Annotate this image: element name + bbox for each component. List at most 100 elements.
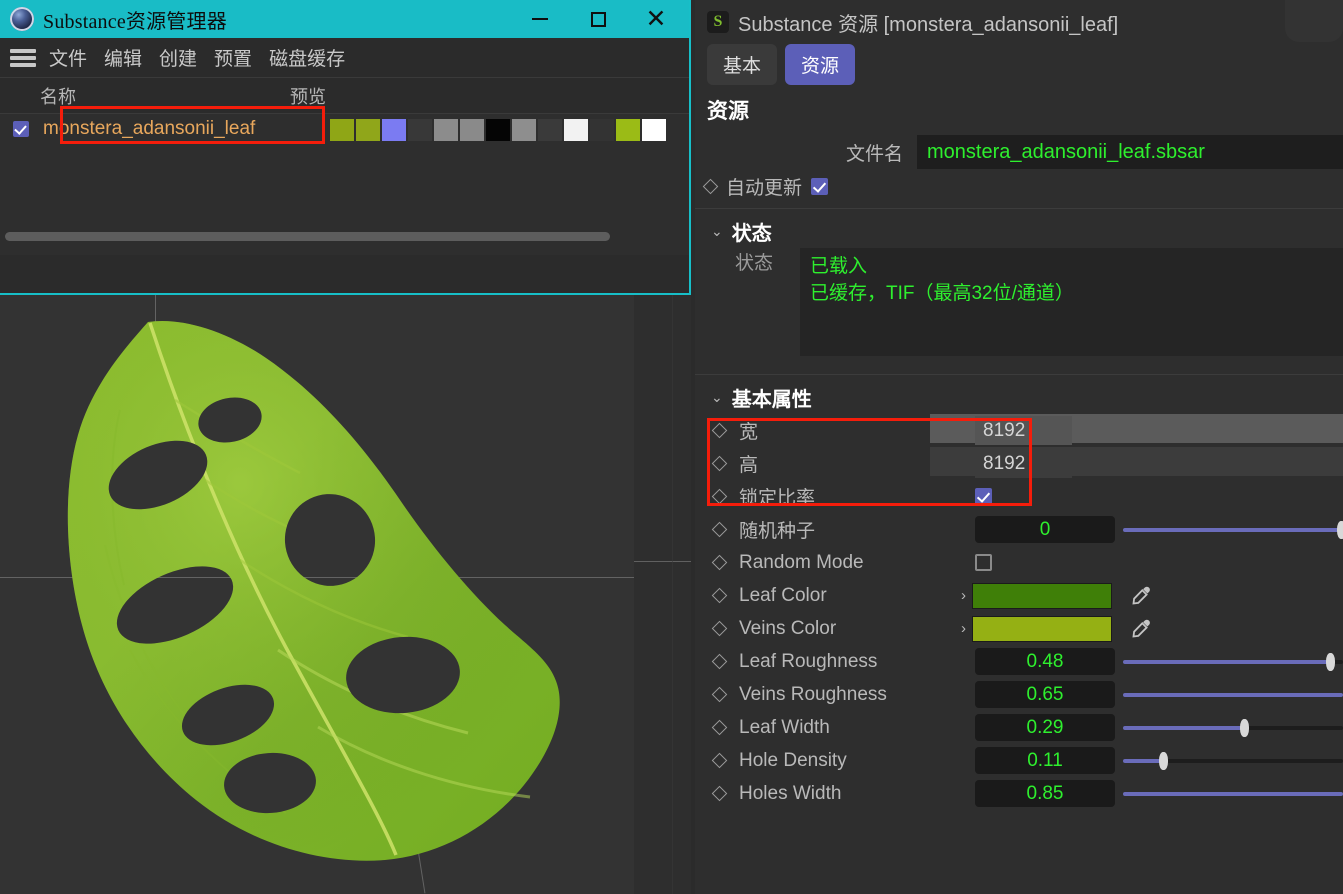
param-slider[interactable] xyxy=(1123,747,1343,774)
param-diamond-icon[interactable] xyxy=(711,488,728,505)
row-checkbox[interactable] xyxy=(13,121,29,137)
param-diamond-icon[interactable] xyxy=(711,686,728,703)
auto-update-label: 自动更新 xyxy=(726,177,803,199)
thumbnail-1[interactable] xyxy=(356,119,380,141)
color-swatch[interactable] xyxy=(972,582,1112,609)
basic-group-header[interactable]: ⌄ 基本属性 xyxy=(695,380,1343,414)
divider xyxy=(695,208,1343,209)
thumbnail-5[interactable] xyxy=(460,119,484,141)
param-slider[interactable] xyxy=(1123,780,1343,807)
close-button[interactable]: ✕ xyxy=(631,0,681,38)
param-diamond-icon[interactable] xyxy=(711,620,728,637)
param-slider[interactable] xyxy=(1123,681,1343,708)
param-diamond-icon[interactable] xyxy=(711,752,728,769)
thumbnail-7[interactable] xyxy=(512,119,536,141)
column-header-name: 名称 xyxy=(40,86,76,107)
horizontal-scrollbar[interactable] xyxy=(5,232,675,241)
thumbnail-10[interactable] xyxy=(590,119,614,141)
panel-header: S Substance 资源 [monstera_adansonii_leaf] xyxy=(695,0,1343,36)
thumbnail-8[interactable] xyxy=(538,119,562,141)
menu-item-create[interactable]: 创建 xyxy=(159,44,197,71)
param-diamond-icon[interactable] xyxy=(711,587,728,604)
thumbnail-2[interactable] xyxy=(382,119,406,141)
row-name-label: monstera_adansonii_leaf xyxy=(43,118,256,139)
thumbnail-3[interactable] xyxy=(408,119,432,141)
param-value-field[interactable]: 8192 xyxy=(975,449,1072,478)
param-diamond-icon[interactable] xyxy=(711,653,728,670)
filename-value[interactable]: monstera_adansonii_leaf.sbsar xyxy=(917,135,1343,169)
param-value-field[interactable]: 8192 xyxy=(975,416,1072,445)
param-diamond-icon[interactable] xyxy=(711,554,728,571)
chevron-right-icon[interactable]: › xyxy=(961,620,966,637)
tab-bar: 基本 资源 xyxy=(695,36,1343,85)
param-label: Veins Color xyxy=(739,617,837,639)
thumbnail-6[interactable] xyxy=(486,119,510,141)
param-slider[interactable] xyxy=(1123,648,1343,675)
param-diamond-icon[interactable] xyxy=(702,178,719,194)
thumbnail-9[interactable] xyxy=(564,119,588,141)
param-value-field[interactable]: 0.29 xyxy=(975,714,1115,741)
param-diamond-icon[interactable] xyxy=(711,422,728,439)
param-row-leaf-width: Leaf Width 0.29 xyxy=(695,711,1343,744)
slider-handle[interactable] xyxy=(1325,653,1335,671)
maximize-button[interactable] xyxy=(573,0,623,38)
status-group-title: 状态 xyxy=(731,222,772,245)
param-diamond-icon[interactable] xyxy=(711,719,728,736)
status-field-label: 状态 xyxy=(735,253,774,274)
param-diamond-icon[interactable] xyxy=(711,785,728,802)
param-value-field[interactable]: 0 xyxy=(975,516,1115,543)
param-label: Random Mode xyxy=(739,551,864,573)
substance-s-icon: S xyxy=(707,11,729,33)
param-checkbox[interactable] xyxy=(975,488,992,505)
slider-fill xyxy=(1123,759,1163,763)
minimize-button[interactable] xyxy=(515,0,565,38)
slider-fill xyxy=(1123,660,1330,664)
3d-preview-viewport[interactable] xyxy=(0,295,691,894)
menu-item-edit[interactable]: 编辑 xyxy=(104,44,142,71)
divider-2 xyxy=(695,374,1343,375)
substance-resource-manager-window: Substance资源管理器 ✕ 文件 编辑 创建 预置 磁盘缓存 名称 预览 … xyxy=(0,0,691,295)
param-label: Holes Width xyxy=(739,782,842,804)
param-diamond-icon[interactable] xyxy=(711,521,728,538)
menu-item-disk-cache[interactable]: 磁盘缓存 xyxy=(269,44,345,71)
window-title: Substance资源管理器 xyxy=(43,10,227,33)
scrollbar-thumb[interactable] xyxy=(5,232,610,241)
param-value-field[interactable]: 0.85 xyxy=(975,780,1115,807)
chevron-right-icon[interactable]: › xyxy=(961,587,966,604)
eyedropper-icon[interactable] xyxy=(1130,583,1160,609)
param-label: 宽 xyxy=(739,422,759,443)
color-swatch[interactable] xyxy=(972,615,1112,642)
slider-handle[interactable] xyxy=(1240,719,1249,737)
tab-resource[interactable]: 资源 xyxy=(785,44,856,85)
param-slider[interactable] xyxy=(1123,714,1343,741)
tab-basic[interactable]: 基本 xyxy=(707,44,778,85)
hamburger-icon[interactable] xyxy=(10,48,36,67)
param-label: 随机种子 xyxy=(739,521,816,542)
window-titlebar[interactable]: Substance资源管理器 ✕ xyxy=(0,0,689,38)
status-group-header[interactable]: ⌄ 状态 xyxy=(695,214,1343,248)
param-value-field[interactable]: 0.11 xyxy=(975,747,1115,774)
thumbnail-11[interactable] xyxy=(616,119,640,141)
auto-update-checkbox[interactable] xyxy=(811,177,829,195)
slider-handle[interactable] xyxy=(1158,752,1168,770)
slider-fill xyxy=(1123,792,1343,796)
panel-title: Substance 资源 [monstera_adansonii_leaf] xyxy=(738,13,1119,36)
param-checkbox[interactable] xyxy=(975,554,992,571)
param-value-field[interactable]: 0.48 xyxy=(975,648,1115,675)
status-field-row: 状态 已载入 已缓存，TIF（最高32位/通道） xyxy=(695,248,1343,360)
thumbnail-12[interactable] xyxy=(642,119,666,141)
param-diamond-icon[interactable] xyxy=(711,455,728,472)
param-slider[interactable] xyxy=(1123,516,1343,543)
param-value-field[interactable]: 0.65 xyxy=(975,681,1115,708)
table-row[interactable]: monstera_adansonii_leaf xyxy=(0,106,689,144)
slider-fill xyxy=(1123,528,1343,532)
menu-item-preset[interactable]: 预置 xyxy=(214,44,252,71)
eyedropper-icon[interactable] xyxy=(1130,616,1160,642)
thumbnail-4[interactable] xyxy=(434,119,458,141)
thumbnail-strip xyxy=(330,119,666,141)
thumbnail-0[interactable] xyxy=(330,119,354,141)
slider-fill xyxy=(1123,726,1244,730)
menu-item-file[interactable]: 文件 xyxy=(49,44,87,71)
panel-corner-button[interactable] xyxy=(1285,0,1343,42)
slider-handle[interactable] xyxy=(1336,521,1343,539)
